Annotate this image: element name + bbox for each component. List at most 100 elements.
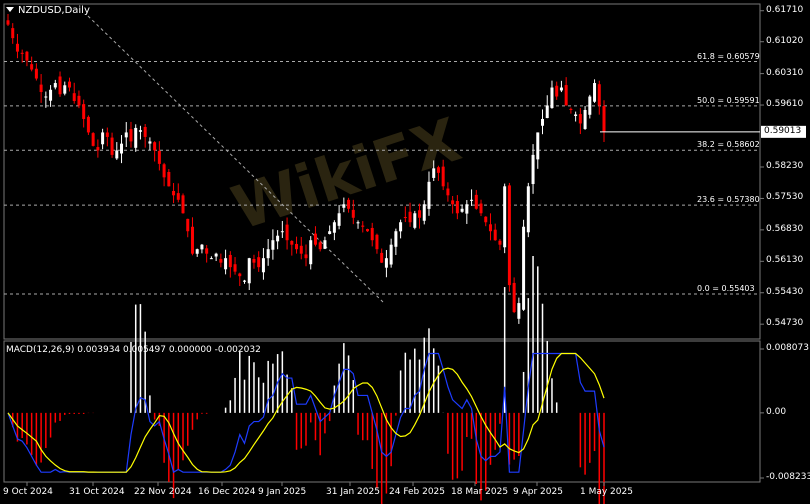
candle-body: [512, 282, 516, 313]
candle-body: [77, 95, 81, 106]
candle-body: [115, 150, 119, 159]
x-axis-label: 18 Mar 2025: [451, 487, 509, 497]
candle-body: [583, 109, 587, 129]
candle-body: [569, 108, 573, 110]
candle-body: [6, 20, 10, 25]
candle-body: [63, 85, 67, 94]
candle-body: [143, 126, 147, 137]
macd-axis-label: 0.00: [766, 406, 787, 417]
candle-body: [261, 258, 265, 273]
candle-body: [20, 52, 24, 54]
price-axis-label: 0.57530: [766, 192, 804, 203]
candle-body: [541, 118, 545, 126]
fib-label: 0.0 = 0.55403: [697, 283, 755, 293]
candle-body: [446, 188, 450, 196]
candle-body: [25, 51, 29, 61]
price-axis-label: 0.60310: [766, 67, 804, 78]
candle-body: [30, 64, 34, 70]
macd-axis-label: -0.008233: [766, 472, 810, 482]
candle-body: [82, 104, 86, 119]
candle-body: [323, 240, 327, 249]
candle-body: [389, 244, 393, 265]
candle-body: [134, 127, 138, 148]
candle-body: [153, 142, 157, 151]
candle-body: [172, 190, 176, 196]
candle-body: [138, 130, 142, 132]
candle-body: [479, 203, 483, 214]
candle-body: [280, 231, 284, 233]
candle-body: [498, 240, 502, 245]
candle-body: [205, 248, 209, 254]
candle-body: [361, 225, 365, 227]
candle-body: [39, 84, 43, 93]
dropdown-triangle-icon[interactable]: [6, 7, 14, 12]
candle-body: [436, 167, 440, 173]
candle-body: [517, 303, 521, 319]
candle-body: [96, 147, 100, 151]
candle-body: [15, 43, 19, 52]
candle-body: [219, 258, 223, 263]
candle-body: [162, 164, 166, 178]
candle-body: [493, 229, 497, 241]
price-axis-label: 0.56830: [766, 223, 804, 234]
candle-body: [351, 209, 355, 218]
candle-body: [318, 242, 322, 250]
candle-body: [101, 132, 105, 145]
current-price-label: 0.59013: [764, 125, 802, 136]
candle-body: [347, 199, 351, 209]
candle-body: [588, 96, 592, 115]
candle-body: [332, 222, 336, 233]
candle-body: [190, 226, 194, 254]
price-axis-label: 0.58230: [766, 161, 804, 171]
symbol-title: NZDUSD,Daily: [6, 5, 90, 16]
candle-body: [129, 129, 133, 142]
price-axis-label: 0.59610: [766, 99, 804, 110]
candle-body: [44, 96, 48, 98]
candle-body: [228, 254, 232, 268]
fib-label: 50.0 = 0.59591: [697, 95, 760, 105]
candle-body: [105, 132, 109, 137]
x-axis-label: 24 Feb 2025: [389, 487, 446, 497]
candle-body: [11, 28, 15, 39]
candle-body: [460, 208, 464, 212]
candle-body: [224, 258, 228, 270]
candle-body: [285, 224, 289, 241]
x-axis-label: 9 Jan 2025: [258, 487, 307, 497]
candle-body: [380, 252, 384, 263]
candle-body: [522, 226, 526, 310]
macd-axis-label: 0.008073: [766, 343, 809, 353]
candle-body: [67, 81, 71, 88]
candle-body: [451, 200, 455, 205]
fib-label: 61.8 = 0.60579: [697, 51, 760, 61]
candle-body: [555, 85, 559, 97]
candle-body: [176, 193, 180, 200]
macd-title: MACD(12,26,9) 0.003934 0.005497 0.000000…: [6, 345, 261, 355]
candle-body: [195, 249, 199, 254]
candle-body: [290, 241, 294, 245]
candle-body: [413, 213, 417, 228]
candle-body: [597, 84, 601, 106]
x-axis-label: 31 Oct 2024: [69, 487, 125, 497]
price-axis-label: 0.61710: [766, 4, 804, 15]
price-axis-label: 0.56130: [766, 255, 804, 266]
candle-body: [252, 258, 256, 263]
candle-body: [370, 227, 374, 241]
fib-label: 23.6 = 0.57380: [697, 195, 760, 205]
candle-body: [124, 132, 128, 138]
candle-body: [550, 87, 554, 109]
candle-body: [559, 87, 563, 91]
candle-body: [238, 273, 242, 277]
candle-body: [384, 258, 388, 268]
candle-body: [276, 235, 280, 242]
candle-body: [53, 83, 57, 88]
candle-body: [418, 210, 422, 218]
candle-body: [49, 89, 53, 101]
candle-body: [110, 137, 114, 155]
candle-body: [531, 154, 535, 185]
candle-body: [186, 218, 190, 232]
candle-body: [507, 185, 511, 286]
watermark: WikiFX: [224, 105, 469, 244]
candle-body: [299, 245, 303, 254]
price-axis-label: 0.55430: [766, 286, 804, 297]
candle-body: [503, 186, 507, 248]
